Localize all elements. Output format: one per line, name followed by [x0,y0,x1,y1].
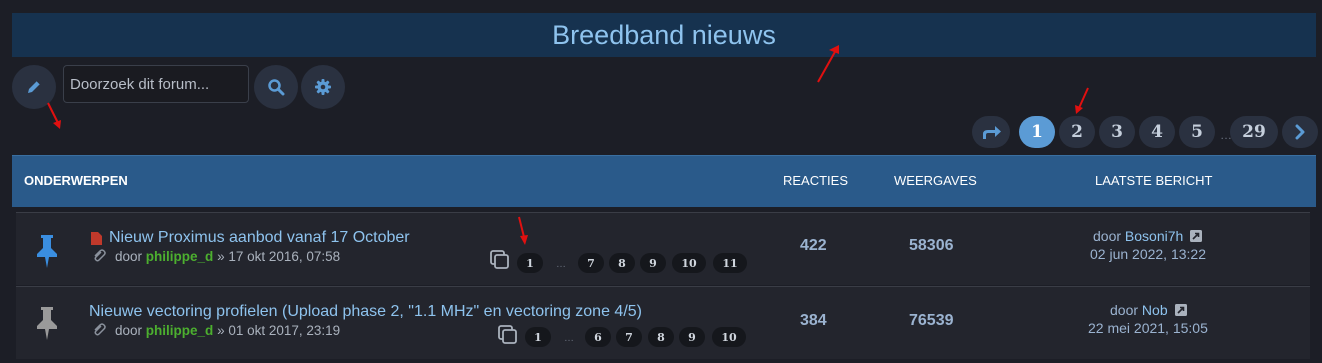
topic-page-link[interactable]: 1 [517,253,543,273]
topic-author-link[interactable]: philippe_d [146,323,214,338]
page-1-button[interactable]: 1 [1019,116,1055,148]
topic-page-link[interactable]: 9 [679,327,705,347]
topic-replies-count: 422 [800,237,827,254]
page-4-button[interactable]: 4 [1139,116,1175,148]
forum-title-bar: Breedband nieuws [12,13,1316,57]
last-post-user-link[interactable]: Bosoni7h [1125,228,1183,244]
topic-date: » 01 okt 2017, 23:19 [217,323,341,338]
pin-icon [37,307,57,340]
search-button[interactable] [254,65,298,109]
topic-row: Nieuw Proximus aanbod vanaf 17 October d… [16,212,1310,285]
topic-page-link[interactable]: 7 [616,327,642,347]
topic-by: door [115,249,143,264]
last-post-date: 02 jun 2022, 13:22 [1090,246,1206,262]
annotation-arrow-page-2 [1075,87,1089,114]
topic-page-link[interactable]: 8 [648,327,674,347]
jump-to-page-button[interactable] [972,116,1010,148]
pencil-icon [28,80,41,93]
page-2-button[interactable]: 2 [1059,116,1095,148]
topic-replies-count: 384 [800,312,827,329]
last-post-by: door [1110,302,1139,318]
goto-last-post-icon[interactable] [1174,304,1187,316]
last-post-user-link[interactable]: Nob [1142,302,1168,318]
topic-title-link[interactable]: Nieuw Proximus aanbod vanaf 17 October [109,229,410,247]
topic-date: » 17 okt 2016, 07:58 [217,249,341,264]
topic-page-link[interactable]: 8 [609,253,635,273]
last-post-author: door Nob [1110,302,1187,318]
topic-page-link[interactable]: 6 [585,327,611,347]
topic-pages-ellipsis: … [564,333,574,344]
pdf-file-icon [91,232,102,245]
topic-page-link[interactable]: 7 [578,253,604,273]
goto-last-post-icon[interactable] [1190,230,1203,242]
paperclip-icon [94,249,106,262]
last-post-date: 22 mei 2021, 15:05 [1088,320,1208,336]
topic-views-count: 76539 [909,312,954,329]
topic-page-link[interactable]: 10 [672,253,706,273]
topic-title-link[interactable]: Nieuwe vectoring profielen (Upload phase… [89,303,642,321]
topic-page-link[interactable]: 9 [640,253,666,273]
forum-title[interactable]: Breedband nieuws [552,20,776,51]
page-3-button[interactable]: 3 [1099,116,1135,148]
gear-icon [315,79,331,95]
topic-pages-ellipsis: … [556,259,566,270]
topic-page-link[interactable]: 11 [713,253,747,273]
annotation-arrow-title [817,45,839,83]
search-field-wrapper [63,65,249,103]
header-topics: ONDERWERPEN [24,173,128,188]
topic-list-header: ONDERWERPEN REACTIES WEERGAVES LAATSTE B… [12,155,1316,207]
annotation-arrow-topic-page [518,216,528,245]
topic-views-count: 58306 [909,237,954,254]
header-replies: REACTIES [783,173,849,188]
share-arrow-icon [983,126,1001,139]
topic-by: door [115,323,143,338]
annotation-arrow-new-topic [47,102,61,129]
topic-page-link[interactable]: 1 [525,327,551,347]
topic-meta: door philippe_d » 01 okt 2017, 23:19 [115,323,340,338]
topic-row: Nieuwe vectoring profielen (Upload phase… [16,286,1310,359]
paperclip-icon [94,323,106,336]
search-input[interactable] [64,66,248,102]
page-last-button[interactable]: 29 [1230,116,1278,148]
last-post-author: door Bosoni7h [1093,228,1203,244]
topic-author-link[interactable]: philippe_d [146,249,214,264]
topic-meta: door philippe_d » 17 okt 2016, 07:58 [115,249,340,264]
topic-page-link[interactable]: 10 [712,327,746,347]
last-post-by: door [1093,228,1122,244]
pin-icon [37,235,57,268]
pages-icon [498,325,517,344]
header-last-post: LAATSTE BERICHT [1095,173,1213,188]
next-page-button[interactable] [1282,116,1318,148]
chevron-right-icon [1295,124,1305,140]
advanced-search-button[interactable] [301,65,345,109]
header-views: WEERGAVES [894,173,977,188]
search-icon [268,79,285,96]
pages-icon [490,250,509,269]
page-5-button[interactable]: 5 [1179,116,1215,148]
